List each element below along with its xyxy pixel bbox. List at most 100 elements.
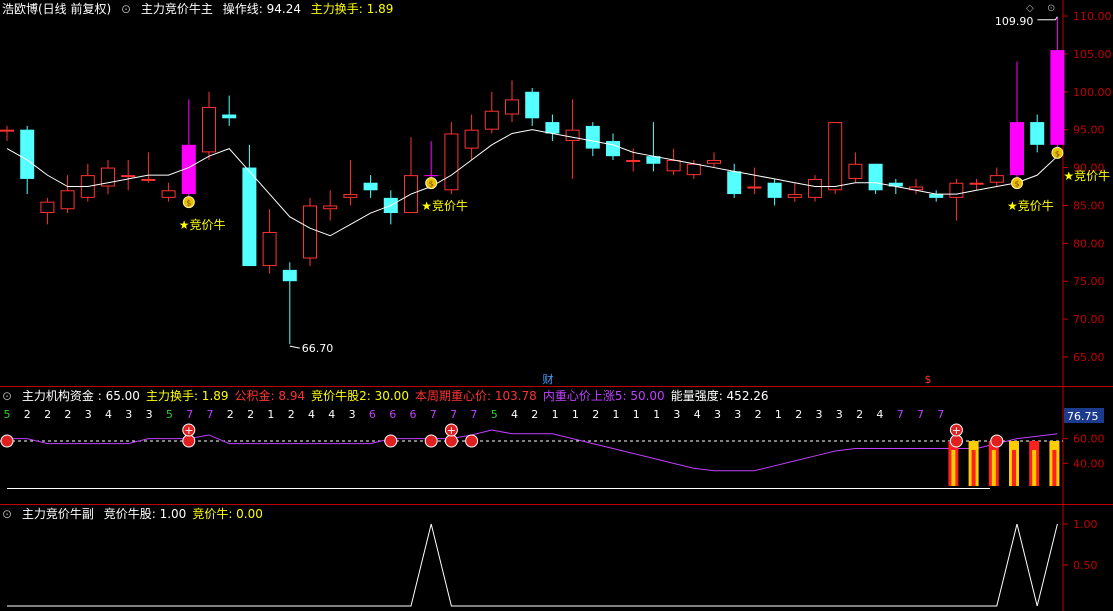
candle-body bbox=[1050, 50, 1065, 145]
chart-stage: 110.00 105.00 100.00 95.00 90.00 85.00 80.00 75… bbox=[0, 0, 1113, 611]
sub1-collapse-icon[interactable]: ⊙ bbox=[2, 389, 12, 403]
sub1-value: 内重心价上涨5: 50.00 bbox=[542, 389, 665, 403]
restore-icon: ◇ bbox=[1026, 3, 1034, 14]
candle-body bbox=[444, 133, 459, 191]
cycle-digit: 3 bbox=[816, 408, 823, 421]
finance-marker: 财 bbox=[543, 372, 554, 386]
cycle-digit: 1 bbox=[633, 408, 640, 421]
signal-label: ★竞价牛 bbox=[179, 217, 226, 232]
candle-body bbox=[929, 194, 944, 198]
sub2-value: 竞价牛: 0.00 bbox=[192, 507, 263, 521]
current-value-label: 76.75 bbox=[1067, 410, 1099, 423]
sub1-value: 本周期重心价: 103.78 bbox=[414, 389, 537, 403]
cycle-digit: 7 bbox=[430, 408, 437, 421]
y-axis-tick-label: 95.00 bbox=[1073, 124, 1105, 137]
cycle-digit: 2 bbox=[24, 408, 31, 421]
cycle-digit: 7 bbox=[917, 408, 924, 421]
cycle-digit: 1 bbox=[775, 408, 782, 421]
candle-body bbox=[121, 175, 136, 178]
cycle-digit: 3 bbox=[673, 408, 680, 421]
money-bag-symbol: $ bbox=[186, 199, 191, 208]
cycle-digit: 2 bbox=[795, 408, 802, 421]
low-pointer bbox=[289, 345, 300, 349]
stock-name: 浩欧博(日线 前复权) bbox=[2, 2, 112, 16]
candle-body bbox=[20, 129, 35, 179]
sub1-value: 能量强度: 452.26 bbox=[670, 389, 769, 403]
cycle-digit: 5 bbox=[4, 408, 11, 421]
main-header: 浩欧博(日线 前复权) ⊙ 主力竞价牛主 操作线: 94.24 主力换手: 1.… bbox=[2, 0, 399, 18]
indicator-collapse-icon[interactable]: ⊙ bbox=[121, 2, 131, 16]
settings-icon: ⊙ bbox=[1047, 3, 1055, 14]
sub2-collapse-icon[interactable]: ⊙ bbox=[2, 507, 12, 521]
cycle-digit: 1 bbox=[613, 408, 620, 421]
cycle-digit: 2 bbox=[755, 408, 762, 421]
sub1-indicator-name[interactable]: 主力机构资金 bbox=[22, 389, 94, 403]
signal-badge-icon bbox=[990, 434, 1004, 448]
candle-body bbox=[1010, 122, 1024, 176]
candle-body bbox=[727, 171, 742, 195]
candle-body bbox=[363, 182, 378, 191]
cycle-digit: 1 bbox=[572, 408, 579, 421]
cycle-digit: 2 bbox=[64, 408, 71, 421]
y-axis-tick-label: 105.00 bbox=[1073, 48, 1112, 61]
candle-body bbox=[585, 125, 600, 149]
candle-body bbox=[787, 194, 802, 198]
candle-body bbox=[202, 106, 216, 153]
cycle-digit: 4 bbox=[876, 408, 883, 421]
cycle-digit: 7 bbox=[450, 408, 457, 421]
candle-body bbox=[424, 175, 439, 177]
cycle-digit: 4 bbox=[105, 408, 112, 421]
sub1-value: 竞价牛股2: 30.00 bbox=[311, 389, 409, 403]
energy-bar-inner bbox=[971, 450, 976, 486]
cycle-digit: 6 bbox=[389, 408, 396, 421]
cycle-digit: 4 bbox=[511, 408, 518, 421]
candle-body bbox=[666, 159, 681, 172]
candle-body bbox=[505, 99, 519, 115]
cycle-digit: 2 bbox=[227, 408, 234, 421]
cycle-digit: 4 bbox=[694, 408, 701, 421]
candle-body bbox=[484, 110, 499, 130]
candle-body bbox=[868, 163, 883, 191]
sub1-axis-label: 60.00 bbox=[1073, 433, 1105, 446]
cycle-digit: 6 bbox=[410, 408, 417, 421]
cycle-digit: 1 bbox=[552, 408, 559, 421]
cycle-digit: 4 bbox=[308, 408, 315, 421]
candle-body bbox=[303, 205, 317, 259]
cycle-digit: 1 bbox=[653, 408, 660, 421]
plus-glyph: + bbox=[447, 424, 456, 437]
sub2-header: ⊙ 主力竞价牛副 竞价牛股: 1.00 竞价牛: 0.00 bbox=[2, 505, 269, 523]
candle-body bbox=[222, 114, 237, 119]
y-axis-tick-label: 80.00 bbox=[1073, 237, 1105, 250]
cycle-digit: 3 bbox=[146, 408, 153, 421]
candle-body bbox=[343, 194, 358, 198]
sub1-header: ⊙ 主力机构资金 : 65.00 主力换手: 1.89 公积金: 8.94 竞价牛股2… bbox=[2, 387, 775, 405]
main-indicator-name[interactable]: 主力竞价牛主 bbox=[141, 2, 213, 16]
signal-label: ★竞价牛 bbox=[1007, 198, 1054, 213]
low-label: 66.70 bbox=[302, 342, 334, 355]
signal-label: ★竞价牛 bbox=[421, 198, 468, 213]
cycle-digit: 3 bbox=[349, 408, 356, 421]
y-axis-tick-label: 110.00 bbox=[1073, 10, 1112, 23]
candle-body bbox=[545, 122, 560, 134]
candle-body bbox=[747, 186, 762, 189]
sub2-indicator-name[interactable]: 主力竞价牛副 bbox=[22, 507, 94, 521]
sub2-axis-label: 1.00 bbox=[1073, 518, 1098, 531]
cycle-digit: 2 bbox=[288, 408, 295, 421]
signal-badge-icon bbox=[465, 434, 479, 448]
y-axis-tick-label: 85.00 bbox=[1073, 199, 1105, 212]
op-line-value: 操作线: 94.24 bbox=[222, 2, 301, 16]
candle-body bbox=[1030, 122, 1045, 145]
signal-label: ★竞价牛 bbox=[1063, 168, 1110, 183]
candle-body bbox=[60, 190, 75, 210]
sub2-value: 竞价牛股: 1.00 bbox=[103, 507, 187, 521]
money-bag-symbol: $ bbox=[1014, 180, 1019, 189]
fund-line bbox=[7, 429, 1058, 472]
sub2-axis-label: 0.50 bbox=[1073, 559, 1098, 572]
high-label: 109.90 bbox=[995, 15, 1034, 28]
signal-badge-icon bbox=[424, 434, 438, 448]
y-axis-tick-label: 100.00 bbox=[1073, 86, 1112, 99]
cycle-digit: 3 bbox=[734, 408, 741, 421]
cycle-digit: 2 bbox=[592, 408, 599, 421]
candle-body bbox=[767, 182, 782, 198]
y-axis-tick-label: 70.00 bbox=[1073, 313, 1105, 326]
